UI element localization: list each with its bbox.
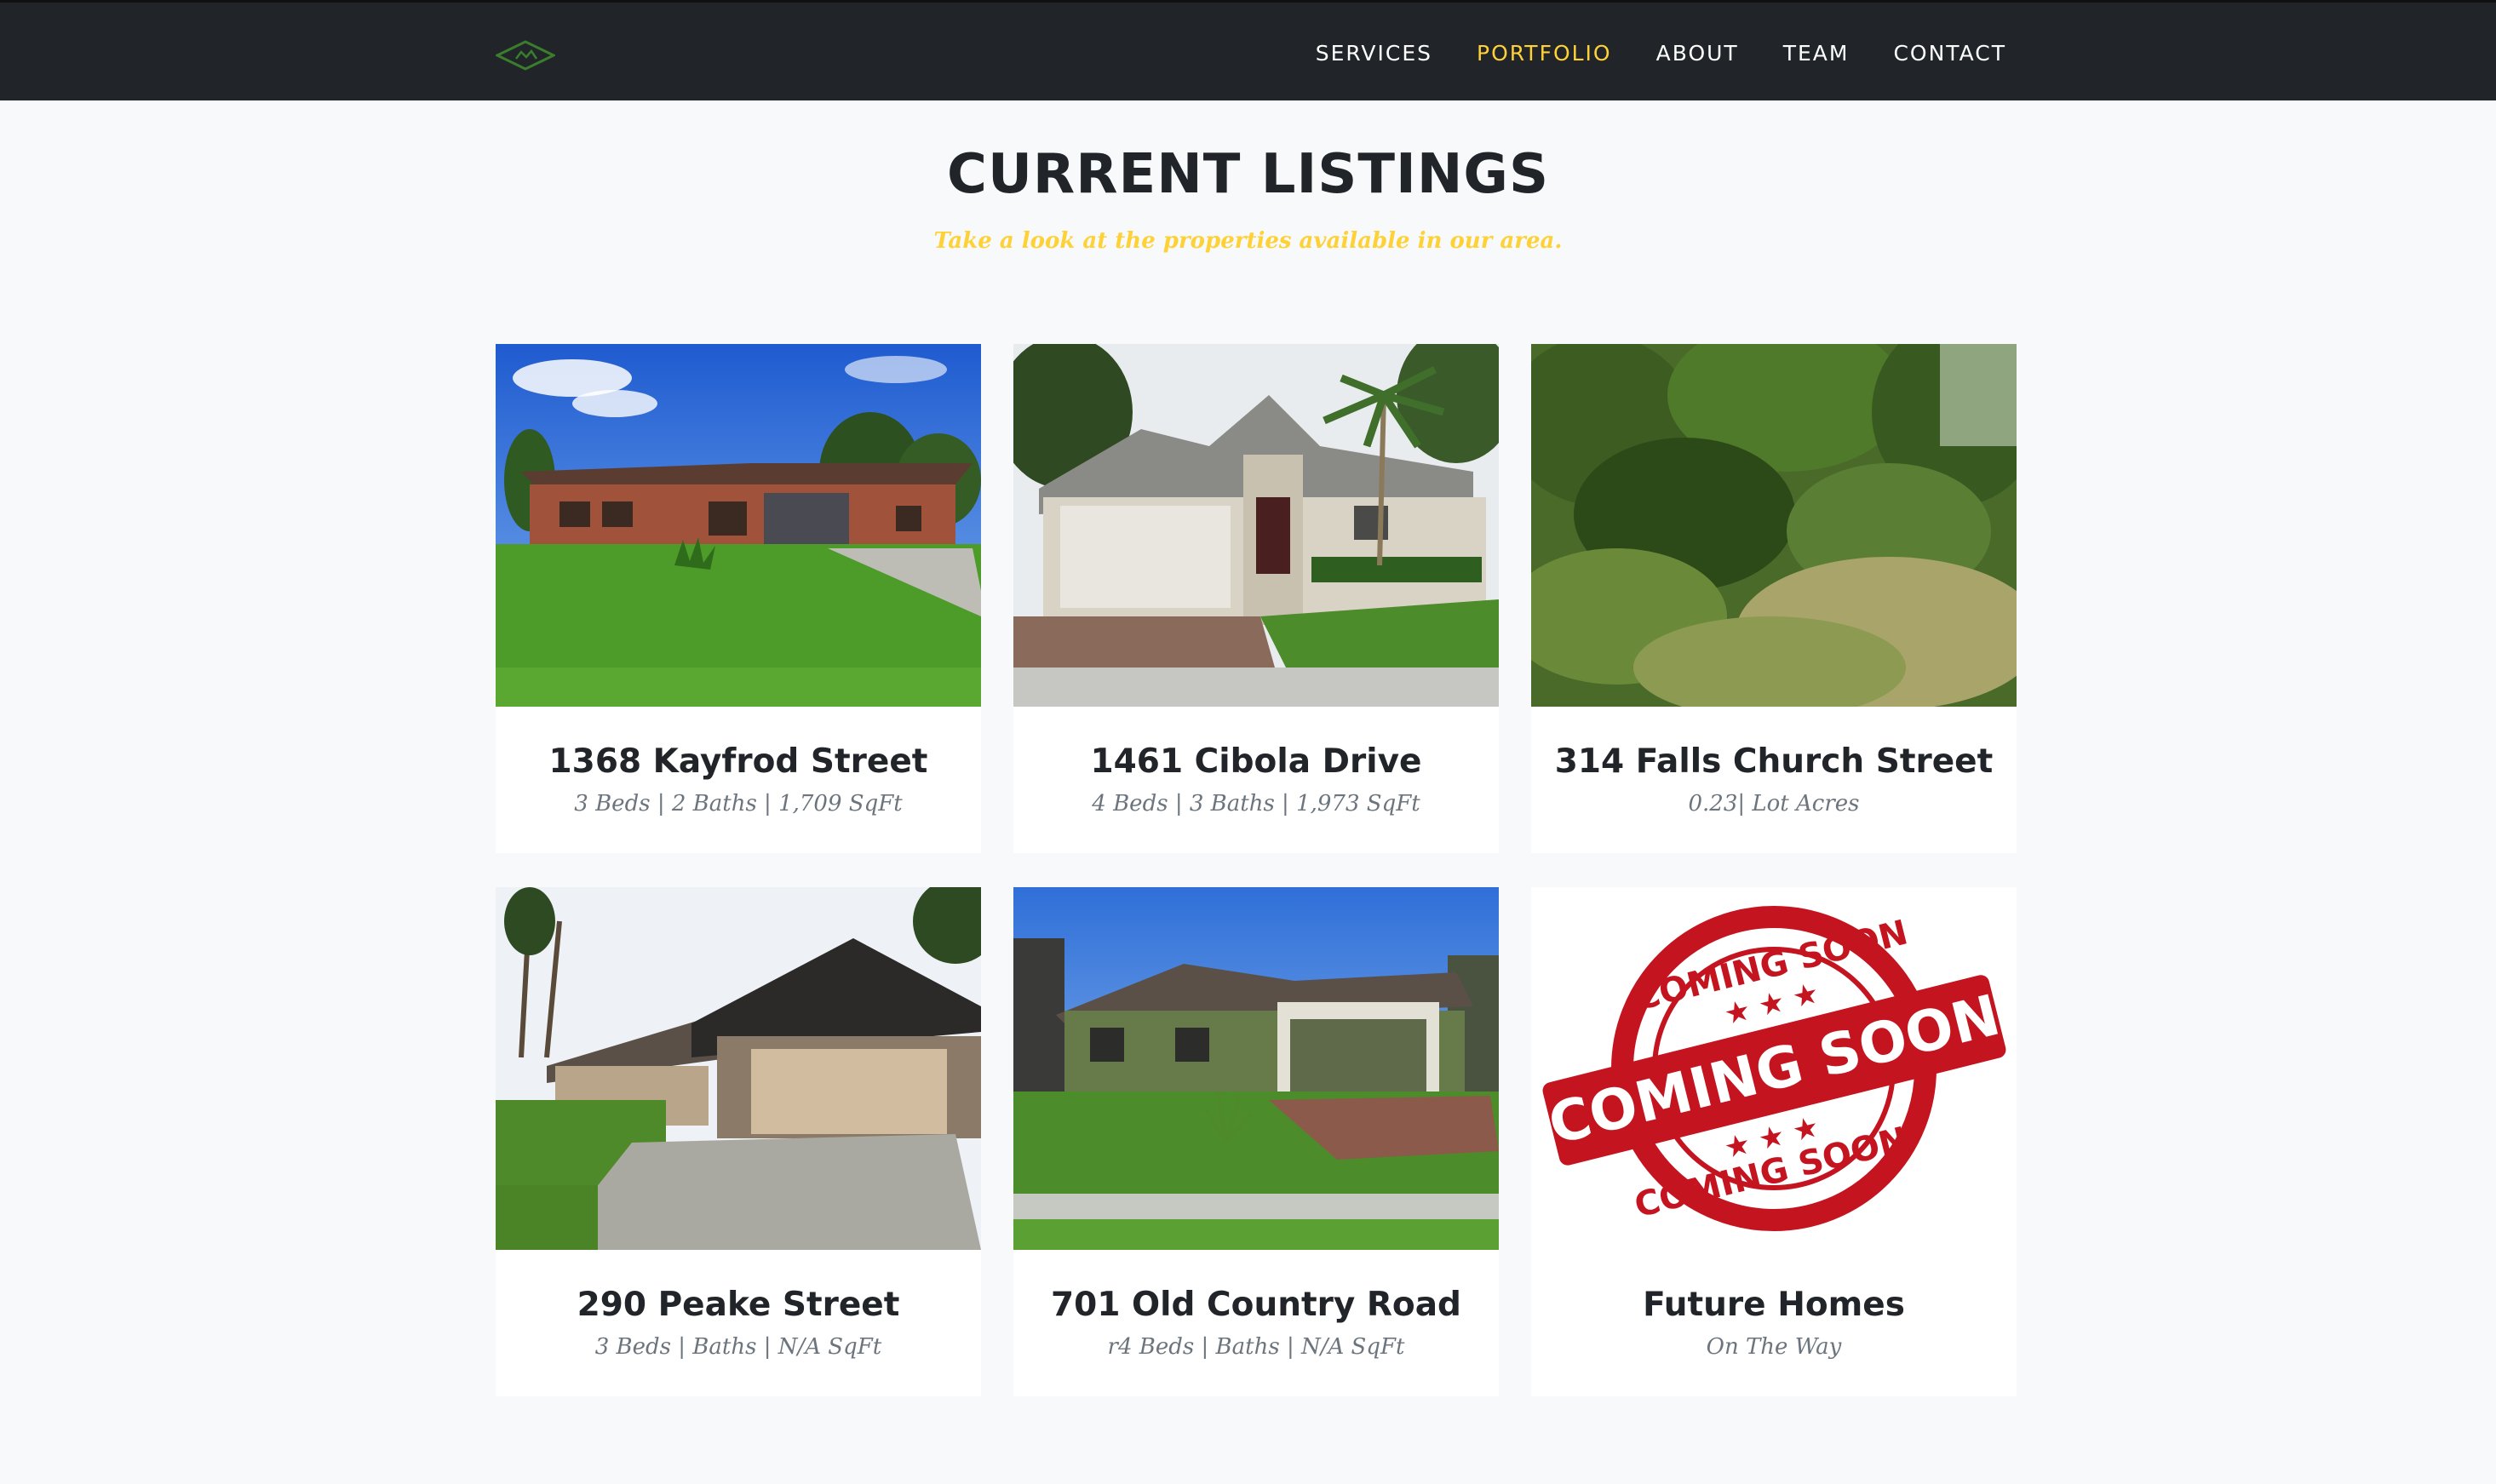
listing-card[interactable]: 701 Old Country Road r4 Beds | Baths | N… bbox=[1013, 887, 1499, 1396]
green-house-photo[interactable] bbox=[1013, 887, 1499, 1250]
nav-about-link[interactable]: ABOUT bbox=[1656, 41, 1739, 66]
stucco-house-with-palm-photo[interactable] bbox=[1013, 344, 1499, 707]
house-diamond-logo-icon[interactable] bbox=[496, 40, 555, 71]
listing-title[interactable]: 1368 Kayfrod Street bbox=[496, 742, 981, 781]
listings-grid: 1368 Kayfrod Street 3 Beds | 2 Baths | 1… bbox=[496, 344, 2017, 1396]
listing-details: r4 Beds | Baths | N/A SqFt bbox=[1107, 1334, 1405, 1360]
listing-caption: 314 Falls Church Street 0.23| Lot Acres bbox=[1531, 707, 2017, 853]
listing-details: 4 Beds | 3 Baths | 1,973 SqFt bbox=[1092, 791, 1420, 816]
listing-card[interactable]: 290 Peake Street 3 Beds | Baths | N/A Sq… bbox=[496, 887, 981, 1396]
nav-services-link[interactable]: SERVICES bbox=[1316, 41, 1432, 66]
listing-title[interactable]: 701 Old Country Road bbox=[1013, 1286, 1499, 1324]
listing-title[interactable]: 290 Peake Street bbox=[496, 1286, 981, 1324]
section-heading: CURRENT LISTINGS bbox=[946, 143, 1550, 206]
listing-details: 0.23| Lot Acres bbox=[1688, 791, 1860, 816]
listing-caption: Future Homes On The Way bbox=[1531, 1250, 2017, 1396]
listing-details: On The Way bbox=[1706, 1334, 1842, 1360]
nav-portfolio-link[interactable]: PORTFOLIO bbox=[1477, 41, 1612, 66]
listing-caption: 290 Peake Street 3 Beds | Baths | N/A Sq… bbox=[496, 1250, 981, 1396]
brick-ranch-house-photo[interactable] bbox=[496, 344, 981, 707]
coming-soon-stamp-image[interactable]: COMING SOON COMING SOON ★ ★ ★ ★ ★ ★ COMI… bbox=[1531, 887, 2017, 1250]
listing-card[interactable]: 314 Falls Church Street 0.23| Lot Acres bbox=[1531, 344, 2017, 853]
section-subheading: Take a look at the properties available … bbox=[933, 228, 1563, 254]
house-with-garage-photo[interactable] bbox=[496, 887, 981, 1250]
listing-card[interactable]: 1461 Cibola Drive 4 Beds | 3 Baths | 1,9… bbox=[1013, 344, 1499, 853]
listing-title[interactable]: Future Homes bbox=[1531, 1286, 2017, 1324]
nav-contact-link[interactable]: CONTACT bbox=[1893, 41, 2006, 66]
nav-team-link[interactable]: TEAM bbox=[1783, 41, 1850, 66]
listing-card[interactable]: 1368 Kayfrod Street 3 Beds | 2 Baths | 1… bbox=[496, 344, 981, 853]
listing-card[interactable]: COMING SOON COMING SOON ★ ★ ★ ★ ★ ★ COMI… bbox=[1531, 887, 2017, 1396]
listing-details: 3 Beds | Baths | N/A SqFt bbox=[594, 1334, 882, 1360]
navbar: SERVICES PORTFOLIO ABOUT TEAM CONTACT bbox=[0, 0, 2496, 100]
listing-caption: 701 Old Country Road r4 Beds | Baths | N… bbox=[1013, 1250, 1499, 1396]
listing-details: 3 Beds | 2 Baths | 1,709 SqFt bbox=[574, 791, 903, 816]
listing-caption: 1461 Cibola Drive 4 Beds | 3 Baths | 1,9… bbox=[1013, 707, 1499, 853]
listing-caption: 1368 Kayfrod Street 3 Beds | 2 Baths | 1… bbox=[496, 707, 981, 853]
nav-links: SERVICES PORTFOLIO ABOUT TEAM CONTACT bbox=[1271, 3, 2006, 103]
wooded-lot-photo[interactable] bbox=[1531, 344, 2017, 707]
listing-title[interactable]: 1461 Cibola Drive bbox=[1013, 742, 1499, 781]
listing-title[interactable]: 314 Falls Church Street bbox=[1531, 742, 2017, 781]
